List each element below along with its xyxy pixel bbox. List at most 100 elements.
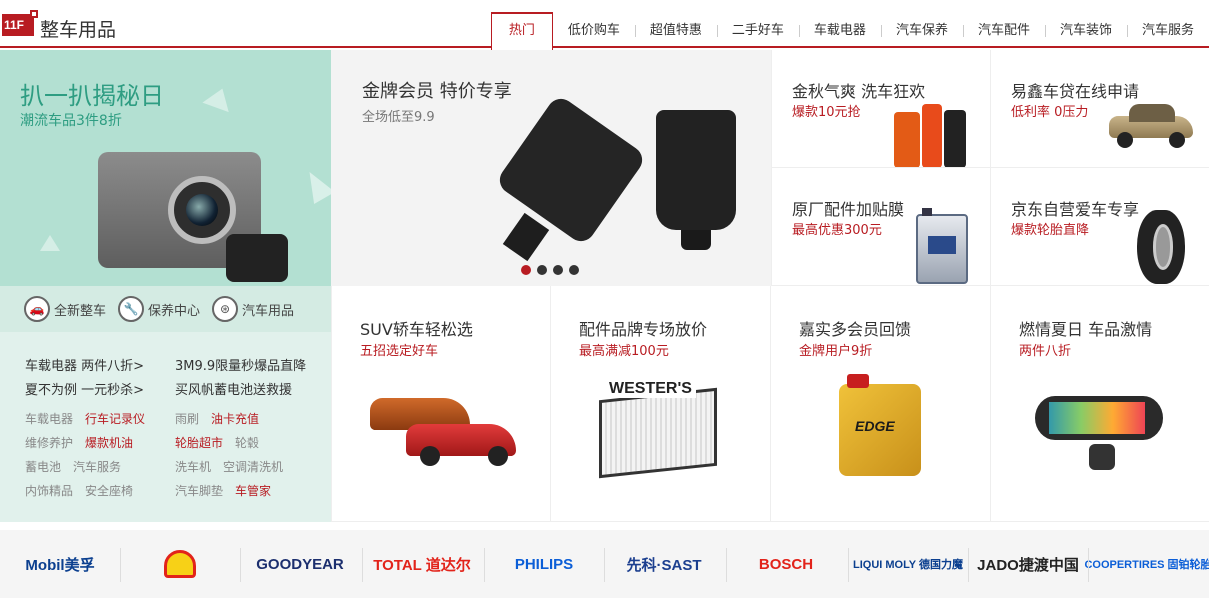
brand-name: COOPERTIRES 固铂轮胎 [1084, 559, 1209, 571]
card-subtitle: 爆款轮胎直降 [1011, 223, 1090, 238]
keyword-link[interactable]: 雨刷 [175, 412, 199, 426]
tab-3[interactable]: 二手好车 [716, 12, 799, 48]
keyword-links: 车载电器 行车记录仪 雨刷 油卡充值维修养护 爆款机油 轮胎超市 轮毂蓄电池 汽车服务 洗车机空… [25, 410, 325, 506]
floor-title: 整车用品 [40, 19, 117, 41]
slider-dot[interactable] [521, 265, 531, 275]
brand-name: BOSCH [758, 555, 814, 573]
promo-list: 车载电器 两件八折> 3M9.9限量秒爆品直降 夏不为例 一元秒杀> 买风帆蓄电池送救… [25, 355, 325, 403]
shell-icon [164, 550, 196, 578]
promo-card[interactable]: SUV轿车轻松选 五招选定好车 [331, 286, 550, 522]
keyword-link[interactable]: 洗车机 [175, 460, 211, 474]
keyword-link[interactable]: 安全座椅 [85, 484, 133, 498]
tab-6[interactable]: 汽车配件 [962, 12, 1045, 48]
keyword-link[interactable]: 油卡充值 [211, 412, 259, 426]
floor-tabs: 热门 低价购车 超值特惠 二手好车 车载电器 汽车保养 汽车配件 汽车装饰 汽车服务 [490, 12, 1209, 50]
philips-logo[interactable]: PHILIPS [484, 530, 604, 598]
keyword-link[interactable]: 蓄电池 [25, 460, 61, 474]
card-title: 燃情夏日 车品激情 [1019, 320, 1153, 339]
promo-card-small[interactable]: 易鑫车贷在线申请 低利率 0压力 [990, 50, 1209, 168]
promo-card[interactable]: 嘉实多会员回馈 金牌用户9折 EDGE [770, 286, 990, 522]
rearview-mirror-dvr-icon [1035, 396, 1165, 476]
tab-0[interactable]: 热门 [490, 12, 553, 50]
quick-link-new-car[interactable]: 🚗 全新整车 [24, 296, 106, 322]
brand-label: EDGE [855, 418, 895, 434]
quick-link-accessories[interactable]: ⊛ 汽车用品 [212, 296, 294, 322]
slider-dot[interactable] [537, 265, 547, 275]
tab-2[interactable]: 超值特惠 [634, 12, 717, 48]
tab-8[interactable]: 汽车服务 [1126, 12, 1209, 48]
slider-dot[interactable] [553, 265, 563, 275]
brand-name: Mobil美孚 [25, 556, 95, 574]
keyword-link[interactable]: 空调清洗机 [223, 460, 283, 474]
liquimoly-logo[interactable]: LIQUI MOLY 德国力魔 [848, 530, 968, 598]
card-title: 金秋气爽 洗车狂欢 [792, 82, 926, 101]
tab-7[interactable]: 汽车装饰 [1044, 12, 1127, 48]
oil-jug-icon [916, 208, 970, 284]
keyword-link[interactable]: 行车记录仪 [85, 412, 145, 426]
car-wash-bottles-icon [890, 104, 970, 167]
quick-link-label: 保养中心 [148, 303, 201, 319]
quick-link-label: 全新整车 [54, 303, 107, 319]
goodyear-logo[interactable]: GOODYEAR [240, 530, 360, 598]
slider-subtitle: 全场低至9.9 [362, 110, 435, 125]
slider-dot[interactable] [569, 265, 579, 275]
brand-name: GOODYEAR [256, 555, 344, 573]
tab-4[interactable]: 车载电器 [798, 12, 881, 48]
keyword-link[interactable]: 车载电器 [25, 412, 73, 426]
shell-logo[interactable] [120, 530, 240, 598]
promo-card[interactable]: 配件品牌专场放价 最高满减100元 WESTER'S [550, 286, 770, 522]
charger-tip-shape [681, 230, 711, 250]
sast-logo[interactable]: 先科·SAST [604, 530, 724, 598]
keyword-link[interactable]: 轮毂 [235, 436, 259, 450]
sedan-icon [1099, 96, 1199, 152]
card-subtitle: 爆款10元抢 [792, 105, 861, 120]
card-subtitle: 低利率 0压力 [1011, 105, 1089, 120]
castrol-oil-icon: EDGE [839, 374, 923, 478]
keyword-link[interactable]: 维修养护 [25, 436, 73, 450]
quick-link-maintenance[interactable]: 🔧 保养中心 [118, 296, 200, 322]
total-logo[interactable]: TOTAL 道达尔 [362, 530, 482, 598]
floor-number: 11F [4, 18, 25, 32]
tab-1[interactable]: 低价购车 [553, 12, 635, 48]
promo-link[interactable]: 夏不为例 一元秒杀> [25, 379, 175, 403]
card-title: 京东自营爱车专享 [1011, 200, 1140, 219]
card-subtitle: 五招选定好车 [360, 344, 439, 359]
card-title: 原厂配件加贴膜 [792, 200, 905, 219]
mobil-logo[interactable]: Mobil美孚 [0, 530, 120, 598]
brand-strip: Mobil美孚 GOODYEAR TOTAL 道达尔 PHILIPS 先科·SAST BO… [0, 530, 1209, 598]
quick-links: 🚗 全新整车 🔧 保养中心 ⊛ 汽车用品 [0, 286, 331, 332]
brand-name: JADO捷渡中国 [977, 556, 1079, 574]
promo-slider[interactable]: 金牌会员 特价专享 全场低至9.9 [331, 50, 771, 286]
floor-badge: 11F [2, 10, 38, 36]
card-title: 嘉实多会员回馈 [799, 320, 912, 339]
keyword-link[interactable]: 汽车服务 [73, 460, 121, 474]
bosch-logo[interactable]: BOSCH [726, 530, 846, 598]
keyword-link[interactable]: 轮胎超市 [175, 436, 223, 450]
promo-card-small[interactable]: 京东自营爱车专享爆款轮胎直降 [990, 168, 1209, 286]
air-filter-icon: WESTER'S [599, 380, 729, 479]
quick-link-label: 汽车用品 [242, 303, 295, 319]
brand-name: 先科·SAST [626, 556, 702, 574]
coopertires-logo[interactable]: COOPERTIRES 固铂轮胎 [1084, 530, 1209, 598]
jado-logo[interactable]: JADO捷渡中国 [968, 530, 1088, 598]
hero-title: 扒一扒揭秘日 [20, 82, 164, 110]
keyword-link[interactable]: 内饰精品 [25, 484, 73, 498]
keyword-link[interactable]: 爆款机油 [85, 436, 133, 450]
charger-plug-shape [502, 212, 550, 262]
hero-subtitle: 潮流车品3件8折 [20, 113, 122, 129]
promo-link[interactable]: 车载电器 两件八折> [25, 355, 175, 379]
floor-header: 11F 整车用品 热门 低价购车 超值特惠 二手好车 车载电器 汽车保养 汽车配件 汽车装饰汽… [0, 0, 1209, 50]
car-charger-image-2 [656, 110, 736, 230]
card-subtitle: 最高满减100元 [579, 344, 669, 359]
keyword-link[interactable]: 车管家 [235, 484, 271, 498]
promo-card-small[interactable]: 原厂配件加贴膜最高优惠300元 [771, 168, 990, 286]
tab-5[interactable]: 汽车保养 [880, 12, 963, 48]
keyword-link[interactable]: 汽车脚垫 [175, 484, 223, 498]
hero-banner[interactable]: 扒一扒揭秘日 潮流车品3件8折 [0, 50, 331, 286]
promo-link[interactable]: 3M9.9限量秒爆品直降 [175, 355, 325, 379]
card-subtitle: 最高优惠300元 [792, 223, 882, 238]
promo-link[interactable]: 买风帆蓄电池送救援 [175, 379, 325, 403]
left-panel: 扒一扒揭秘日 潮流车品3件8折 🚗 全新整车 🔧 保养中心 ⊛ 汽车用品 车载电器 两… [0, 50, 331, 522]
promo-card[interactable]: 燃情夏日 车品激情 两件八折 [990, 286, 1209, 522]
promo-card-small[interactable]: 金秋气爽 洗车狂欢爆款10元抢 [771, 50, 990, 168]
